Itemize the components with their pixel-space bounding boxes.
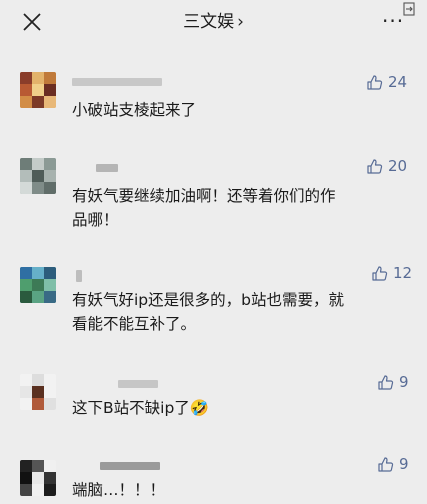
like-button[interactable]: 12 xyxy=(371,264,412,282)
comment-text: 端脑…！！！ xyxy=(72,481,166,499)
avatar-image xyxy=(20,374,56,410)
like-count: 9 xyxy=(399,455,409,473)
avatar[interactable] xyxy=(20,267,56,303)
like-button[interactable]: 9 xyxy=(377,455,409,473)
avatar-image xyxy=(20,267,56,303)
like-count: 20 xyxy=(388,157,408,175)
avatar[interactable] xyxy=(20,72,56,108)
like-count: 24 xyxy=(388,73,408,91)
username-redacted xyxy=(118,380,158,388)
avatar[interactable] xyxy=(20,374,56,410)
page-title: 三文娱 xyxy=(183,12,235,32)
thumbs-up-icon xyxy=(372,265,388,281)
chevron-right-icon: › xyxy=(237,12,244,32)
avatar-image xyxy=(20,72,56,108)
username-redacted xyxy=(72,78,162,86)
comment-text: 有妖气好ip还是很多的，b站也需要，就 看能不能互补了。 xyxy=(72,291,344,333)
avatar-image xyxy=(20,460,56,496)
like-count: 12 xyxy=(393,264,413,282)
like-button[interactable]: 20 xyxy=(366,157,407,175)
page-title-button[interactable]: 三文娱 › xyxy=(0,7,427,32)
emoji: 🤣 xyxy=(189,399,210,417)
avatar[interactable] xyxy=(20,158,56,194)
avatar[interactable] xyxy=(20,460,56,496)
more-button[interactable]: ··· xyxy=(382,11,404,31)
thumbs-up-icon xyxy=(367,74,383,90)
comment-text: 有妖气要继续加油啊！还等着你们的作 品哪！ xyxy=(72,187,336,229)
thumbs-up-icon xyxy=(367,158,383,174)
comment-text: 小破站支棱起来了 xyxy=(72,101,197,119)
username-redacted xyxy=(96,164,118,172)
exit-icon[interactable] xyxy=(402,2,416,16)
username-redacted xyxy=(100,462,160,470)
comment-text: 这下B站不缺ip了🤣 xyxy=(72,396,209,420)
top-bar: 三文娱 › ··· xyxy=(0,0,427,44)
username-redacted xyxy=(76,270,82,282)
like-button[interactable]: 24 xyxy=(366,73,407,91)
comment-text-body: 这下B站不缺ip了 xyxy=(72,399,190,417)
thumbs-up-icon xyxy=(378,374,394,390)
avatar-image xyxy=(20,158,56,194)
like-button[interactable]: 9 xyxy=(377,373,409,391)
like-count: 9 xyxy=(399,373,409,391)
thumbs-up-icon xyxy=(378,456,394,472)
